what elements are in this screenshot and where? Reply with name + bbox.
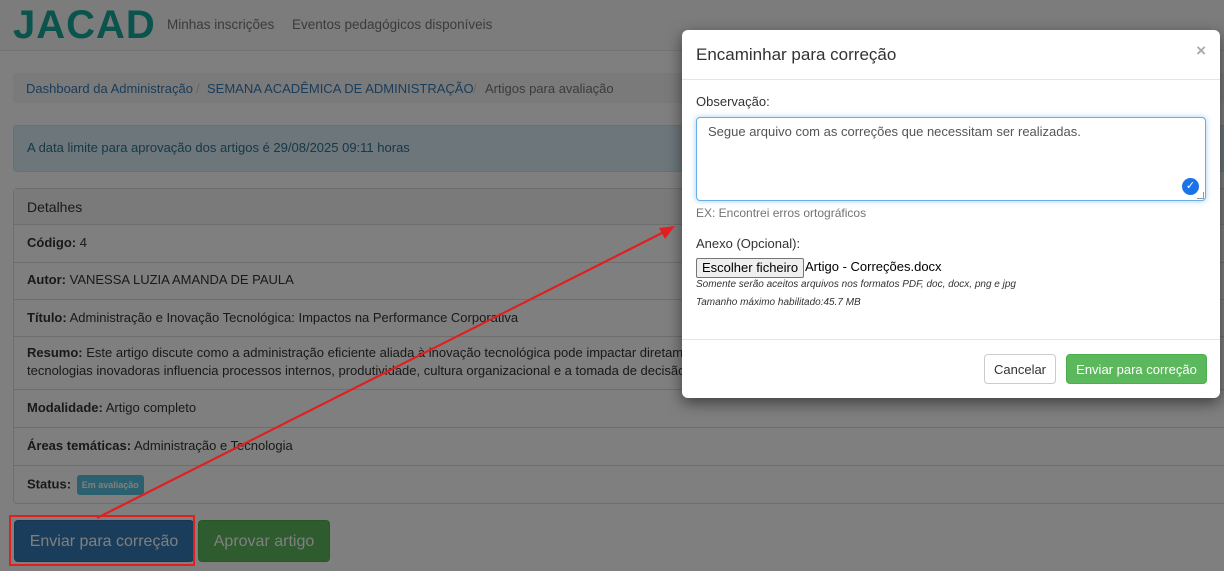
modal-title: Encaminhar para correção [696, 45, 897, 64]
observacao-textarea[interactable]: Segue arquivo com as correções que neces… [696, 117, 1206, 201]
observacao-value: Segue arquivo com as correções que neces… [708, 124, 1081, 139]
max-size-note: Tamanho máximo habilitado:45.7 MB [696, 297, 861, 308]
formats-note: Somente serão aceitos arquivos nos forma… [696, 279, 1016, 290]
submit-correction-button[interactable]: Enviar para correção [1066, 354, 1207, 384]
modal-footer: Cancelar Enviar para correção [682, 339, 1220, 399]
observacao-help: EX: Encontrei erros ortográficos [696, 206, 867, 220]
anexo-label: Anexo (Opcional): [696, 236, 801, 251]
close-icon[interactable]: × [1196, 41, 1206, 61]
correction-modal: Encaminhar para correção × Observação: S… [682, 30, 1220, 398]
resize-handle-icon[interactable] [1197, 192, 1204, 199]
page: JACAD Minhas inscrições Eventos pedagógi… [0, 0, 1224, 571]
file-name: Artigo - Correções.docx [805, 259, 942, 274]
modal-header: Encaminhar para correção × [682, 30, 1220, 80]
observacao-label: Observação: [696, 94, 770, 109]
choose-file-button[interactable]: Escolher ficheiro [696, 258, 805, 278]
annotation-highlight-box [9, 515, 195, 566]
cancel-button[interactable]: Cancelar [984, 354, 1056, 384]
